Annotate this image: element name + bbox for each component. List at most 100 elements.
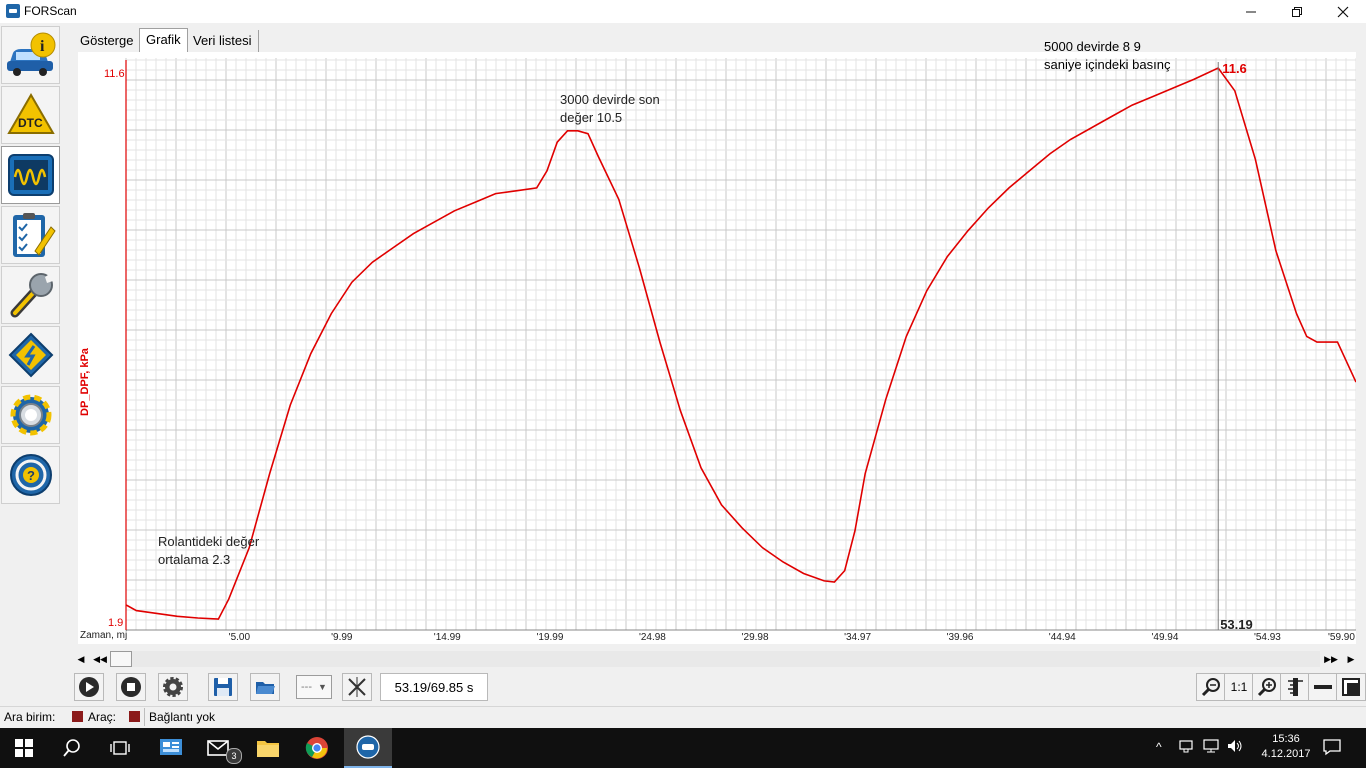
help-steering-icon: ?	[9, 454, 52, 496]
tab-grafik[interactable]: Grafik	[139, 28, 188, 53]
x-tick-label: '44.94	[1049, 632, 1076, 643]
x-tick-label: '9.99	[331, 632, 353, 643]
svg-text:?: ?	[27, 468, 35, 483]
start-button[interactable]	[0, 728, 48, 768]
timeline-scrollbar[interactable]	[110, 651, 1320, 667]
scroll-right-button[interactable]: ▶	[1342, 651, 1360, 667]
sidebar-item-dtc[interactable]: DTC	[1, 86, 60, 144]
tray-clock[interactable]: 15:36 4.12.2017	[1256, 732, 1316, 762]
x-tick-label: '29.98	[742, 632, 769, 643]
x-tick-label: '19.99	[536, 632, 563, 643]
cursor-y-value: 11.6	[1222, 61, 1247, 76]
chip-icon	[8, 332, 53, 378]
vertical-scale-button[interactable]	[1280, 673, 1310, 701]
sidebar-item-service[interactable]	[1, 266, 60, 324]
play-button[interactable]	[74, 673, 104, 701]
tray-chevron-up-icon[interactable]: ^	[1156, 740, 1162, 754]
x-tick-label: '54.93	[1254, 632, 1281, 643]
gear-icon	[10, 394, 51, 436]
cross-lines-icon	[348, 677, 366, 697]
vehicle-status-indicator	[129, 711, 140, 722]
interface-status-indicator	[72, 711, 83, 722]
action-center-button[interactable]	[1322, 738, 1342, 759]
gear-icon	[163, 677, 183, 697]
sidebar-item-configuration[interactable]	[1, 326, 60, 384]
svg-text:DTC: DTC	[18, 116, 43, 130]
volume-icon	[1228, 740, 1242, 752]
save-button[interactable]	[208, 673, 238, 701]
scroll-start-button[interactable]: ◀◀	[91, 651, 109, 667]
chrome-icon	[305, 737, 328, 759]
sidebar-item-tests[interactable]	[1, 206, 60, 264]
x-tick-label: '34.97	[844, 632, 871, 643]
series-line	[125, 66, 1356, 620]
title-bar	[0, 0, 1366, 23]
notification-icon	[1323, 739, 1341, 756]
minimize-button[interactable]	[1228, 0, 1274, 23]
tray-network-icon[interactable]	[1178, 738, 1196, 757]
save-icon	[214, 678, 232, 696]
close-button[interactable]	[1320, 0, 1366, 23]
scroll-end-button[interactable]: ▶▶	[1322, 651, 1340, 667]
forscan-taskbar-icon	[356, 735, 380, 759]
annotation-5000rpm-line2: saniye içindeki basınç	[1044, 57, 1171, 72]
dpf-pressure-chart: DP_DPF, kPa 11.6 1.9 Zaman, mj '5.00 '9.9…	[79, 58, 1356, 643]
maximize-button[interactable]	[1274, 0, 1320, 23]
fullscreen-button[interactable]	[1336, 673, 1366, 701]
scroll-left-button[interactable]: ◀	[72, 651, 90, 667]
play-icon	[79, 677, 99, 697]
open-button[interactable]	[250, 673, 280, 701]
arac-label: Araç:	[88, 710, 117, 724]
annotation-5000rpm-line1: 5000 devirde 8 9	[1044, 39, 1141, 54]
stop-icon	[121, 677, 141, 697]
series-select[interactable]: --- ▼	[296, 675, 332, 699]
car-info-icon: i	[6, 32, 55, 76]
sidebar-item-vehicle-info[interactable]: i	[1, 26, 60, 84]
sidebar: i DTC ?	[0, 23, 62, 504]
taskbar-app-explorer[interactable]	[244, 728, 292, 768]
search-icon	[63, 739, 80, 757]
task-view-icon	[110, 741, 130, 755]
stop-button[interactable]	[116, 673, 146, 701]
y-max-label: 11.6	[104, 68, 125, 80]
y-min-label: 1.9	[108, 617, 123, 629]
zoom-in-button[interactable]	[1252, 673, 1282, 701]
x-tick-label: '49.94	[1151, 632, 1178, 643]
cursor-x-value: 53.19	[1220, 617, 1253, 632]
time-display: 53.19/69.85 s	[380, 673, 488, 701]
sidebar-item-help[interactable]: ?	[1, 446, 60, 504]
taskbar-app-forscan[interactable]	[344, 728, 392, 768]
taskbar-app-control-panel[interactable]	[147, 728, 195, 768]
wrench-icon	[10, 273, 53, 318]
series-select-value: ---	[301, 681, 312, 693]
zoom-out-icon	[1201, 678, 1220, 697]
windows-icon	[15, 739, 33, 757]
chart-settings-button[interactable]	[158, 673, 188, 701]
search-button[interactable]	[48, 728, 96, 768]
connection-status: Bağlantı yok	[149, 710, 216, 724]
tray-display-icon[interactable]	[1202, 738, 1220, 757]
timeline-scroll-thumb[interactable]	[110, 651, 132, 667]
status-divider	[144, 708, 145, 726]
chart-area[interactable]: DP_DPF, kPa 11.6 1.9 Zaman, mj '5.00 '9.9…	[78, 52, 1356, 644]
x-tick-label: '24.98	[639, 632, 666, 643]
control-panel-icon	[160, 739, 182, 755]
task-view-button[interactable]	[96, 728, 144, 768]
minimize-icon	[1246, 11, 1256, 12]
taskbar-app-chrome[interactable]	[293, 728, 341, 768]
open-folder-icon	[256, 682, 275, 694]
forscan-app-icon	[6, 4, 20, 18]
tray-volume-icon[interactable]	[1226, 738, 1244, 757]
remove-series-button[interactable]	[342, 673, 372, 701]
ara-birim-label: Ara birim:	[4, 710, 56, 724]
horizontal-line-button[interactable]	[1308, 673, 1338, 701]
clock-date: 4.12.2017	[1261, 748, 1311, 760]
sidebar-item-oscilloscope[interactable]	[1, 146, 60, 204]
tab-gosterge[interactable]: Gösterge	[74, 30, 141, 52]
zoom-out-button[interactable]	[1196, 673, 1226, 701]
svg-text:i: i	[40, 38, 45, 55]
sidebar-item-settings[interactable]	[1, 386, 60, 444]
zoom-1-1-button[interactable]: 1:1	[1224, 673, 1254, 701]
x-tick-label: '59.90	[1328, 632, 1355, 643]
tab-veri-listesi[interactable]: Veri listesi	[187, 30, 259, 52]
